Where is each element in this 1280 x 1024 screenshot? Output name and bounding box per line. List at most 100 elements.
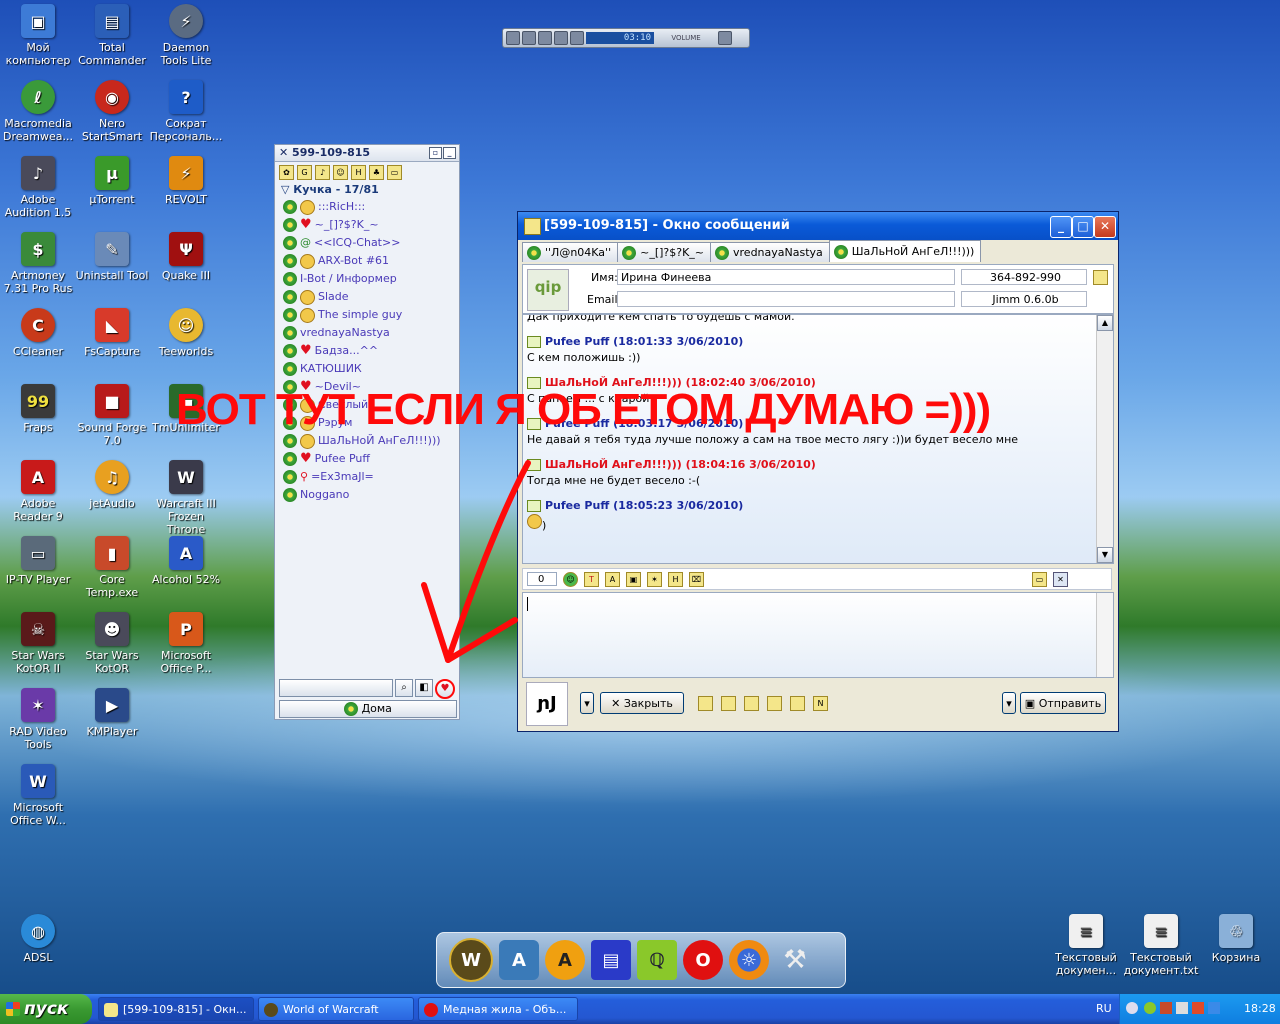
- tools-icon[interactable]: ⚒: [775, 940, 815, 980]
- main-menu-button[interactable]: [279, 679, 393, 697]
- tray-network-icon[interactable]: [1176, 1002, 1188, 1014]
- chat-tab[interactable]: ''Л@n04Ka'': [522, 242, 619, 262]
- desktop-icon-utorrent[interactable]: µ µTorrent: [74, 156, 150, 206]
- tray-bluetooth-icon[interactable]: [1208, 1002, 1220, 1014]
- desktop-icon-kmplayer[interactable]: ▶ KMPlayer: [74, 688, 150, 738]
- tray-clock[interactable]: 18:28: [1244, 994, 1276, 1024]
- contact-item[interactable]: The simple guy: [275, 306, 459, 324]
- chat-tab[interactable]: vrednayaNastya: [710, 242, 830, 262]
- desktop-icon-jetaudio[interactable]: ♫ jetAudio: [74, 460, 150, 510]
- smiles-icon[interactable]: ☺: [563, 571, 578, 587]
- desktop-icon-alcohol[interactable]: A Alcohol 52%: [148, 536, 224, 586]
- scroll-up-icon[interactable]: ▲: [1097, 315, 1113, 331]
- contact-item[interactable]: vrednayaNastya: [275, 324, 459, 342]
- minimize-button[interactable]: _: [1050, 216, 1072, 238]
- quote-icon[interactable]: [698, 696, 713, 711]
- history-icon[interactable]: H: [668, 571, 683, 587]
- image-icon[interactable]: ✶: [647, 571, 662, 587]
- desktop-icon-nero[interactable]: ◉ Nero StartSmart: [74, 80, 150, 143]
- people-icon[interactable]: [767, 696, 782, 711]
- status-flower-icon[interactable]: ✿: [279, 165, 294, 180]
- desktop-icon-iptv[interactable]: ▭ IP-TV Player: [0, 536, 76, 586]
- info-icon[interactable]: [790, 696, 805, 711]
- contact-list-restore-button[interactable]: ▫: [429, 147, 442, 159]
- note-icon[interactable]: ▭: [1032, 571, 1047, 587]
- screenshot-icon[interactable]: ⌧: [689, 571, 704, 587]
- history-icon[interactable]: H: [351, 165, 366, 180]
- desktop-icon-uninstall-tool[interactable]: ✎ Uninstall Tool: [74, 232, 150, 282]
- desktop-icon-fscapture[interactable]: ◣ FsCapture: [74, 308, 150, 358]
- task-opera[interactable]: Медная жила - Объ...: [418, 997, 578, 1021]
- note-icon[interactable]: ▭: [387, 165, 402, 180]
- contact-item[interactable]: КАТЮШИК: [275, 360, 459, 378]
- close-chat-button[interactable]: ✕ Закрыть: [600, 692, 684, 714]
- contact-item[interactable]: ♥ ~_[]?$?K_~: [275, 216, 459, 234]
- send-button[interactable]: ▣ Отправить: [1020, 692, 1106, 714]
- log-scrollbar[interactable]: ▲ ▼: [1096, 315, 1113, 563]
- maximize-button[interactable]: □: [1072, 216, 1094, 238]
- contact-item[interactable]: Slade: [275, 288, 459, 306]
- desktop-icon-adobe-reader[interactable]: A Adobe Reader 9: [0, 460, 76, 523]
- user-info-icon[interactable]: [1093, 270, 1108, 285]
- desktop-icon-fraps[interactable]: 99 Fraps: [0, 384, 76, 434]
- desktop-icon-quake[interactable]: Ψ Quake III: [148, 232, 224, 282]
- g-icon[interactable]: G: [297, 165, 312, 180]
- desktop-icon-socrat[interactable]: ? Сократ Персональ...: [148, 80, 224, 143]
- task-world-of-warcraft[interactable]: World of Warcraft: [258, 997, 414, 1021]
- desktop-icon-dreamweaver[interactable]: ℓ Macromedia Dreamwea...: [0, 80, 76, 143]
- qip-icon[interactable]: ℚ: [637, 940, 677, 980]
- prev-button[interactable]: [554, 31, 568, 45]
- people-icon[interactable]: ♣: [369, 165, 384, 180]
- next-button[interactable]: [570, 31, 584, 45]
- tray-volume-icon[interactable]: [1192, 1002, 1204, 1014]
- aion-icon[interactable]: A: [499, 940, 539, 980]
- message-input[interactable]: [522, 592, 1114, 678]
- desktop-icon-total-commander[interactable]: ▤ Total Commander: [74, 4, 150, 67]
- contact-item[interactable]: @ <<ICQ-Chat>>: [275, 234, 459, 252]
- contact-item[interactable]: I-Bot / Информер: [275, 270, 459, 288]
- input-scrollbar[interactable]: [1096, 593, 1113, 677]
- desktop-icon-revolt[interactable]: ⚡ REVOLT: [148, 156, 224, 206]
- pause-button[interactable]: [522, 31, 536, 45]
- contact-list-close-icon[interactable]: ✕: [279, 146, 292, 159]
- start-button[interactable]: пуск: [0, 994, 92, 1024]
- floppy-icon[interactable]: ▤: [591, 940, 631, 980]
- desktop-icon-artmoney[interactable]: $ Artmoney 7.31 Pro Rus: [0, 232, 76, 295]
- desktop-icon-core-temp[interactable]: ▮ Core Temp.exe: [74, 536, 150, 599]
- file-icon[interactable]: [744, 696, 759, 711]
- desktop-icon-powerpoint[interactable]: P Microsoft Office P...: [148, 612, 224, 675]
- contact-item[interactable]: :::RicH:::: [275, 198, 459, 216]
- chat-tab[interactable]: ~_[]?$?K_~: [617, 242, 712, 262]
- desktop-icon-text-doc-2[interactable]: ≡ Текстовый документ.txt: [1123, 914, 1199, 977]
- task-qip-window[interactable]: [599-109-815] - Окн...: [98, 997, 254, 1021]
- world-of-warcraft-icon[interactable]: W: [449, 938, 493, 982]
- close-button[interactable]: ✕: [1094, 216, 1116, 238]
- template-icon[interactable]: [721, 696, 736, 711]
- contact-item[interactable]: ♥ Бадза...^^: [275, 342, 459, 360]
- contact-item[interactable]: ARX-Bot #61: [275, 252, 459, 270]
- contact-list-minimize-button[interactable]: _: [443, 147, 456, 159]
- close-tab-icon[interactable]: ✕: [1053, 571, 1068, 587]
- language-indicator[interactable]: RU: [1096, 994, 1112, 1024]
- translit-icon[interactable]: T: [584, 571, 599, 587]
- status-button[interactable]: Дома: [279, 700, 457, 718]
- desktop-icon-daemon-tools[interactable]: ⚡ Daemon Tools Lite: [148, 4, 224, 67]
- desktop-icon-kotor[interactable]: ☻ Star Wars KotOR: [74, 612, 150, 675]
- desktop-icon-teeworlds[interactable]: ☺ Teeworlds: [148, 308, 224, 358]
- scroll-down-icon[interactable]: ▼: [1097, 547, 1113, 563]
- desktop-icon-warcraft[interactable]: W Warcraft III Frozen Throne: [148, 460, 224, 536]
- desktop-icon-word[interactable]: W Microsoft Office W...: [0, 764, 76, 827]
- chat-tab-active[interactable]: ШаЛьНоЙ АнГеЛ!!!))): [828, 240, 982, 262]
- desktop-icon-adsl[interactable]: ◍ ADSL: [0, 914, 76, 964]
- stop-button[interactable]: [538, 31, 552, 45]
- player-close-button[interactable]: [718, 31, 732, 45]
- contact-group[interactable]: ▽ Кучка - 17/81: [275, 182, 459, 198]
- aimp-icon[interactable]: A: [545, 940, 585, 980]
- desktop-icon-kotor2[interactable]: ☠ Star Wars KotOR II: [0, 612, 76, 675]
- smile-icon[interactable]: ☺: [333, 165, 348, 180]
- desktop-icon-recycle-bin[interactable]: ♲ Корзина: [1198, 914, 1274, 964]
- tray-expand-icon[interactable]: [1126, 1002, 1138, 1014]
- desktop-icon-ccleaner[interactable]: C CCleaner: [0, 308, 76, 358]
- font-icon[interactable]: A: [605, 571, 620, 587]
- sound-icon[interactable]: ♪: [315, 165, 330, 180]
